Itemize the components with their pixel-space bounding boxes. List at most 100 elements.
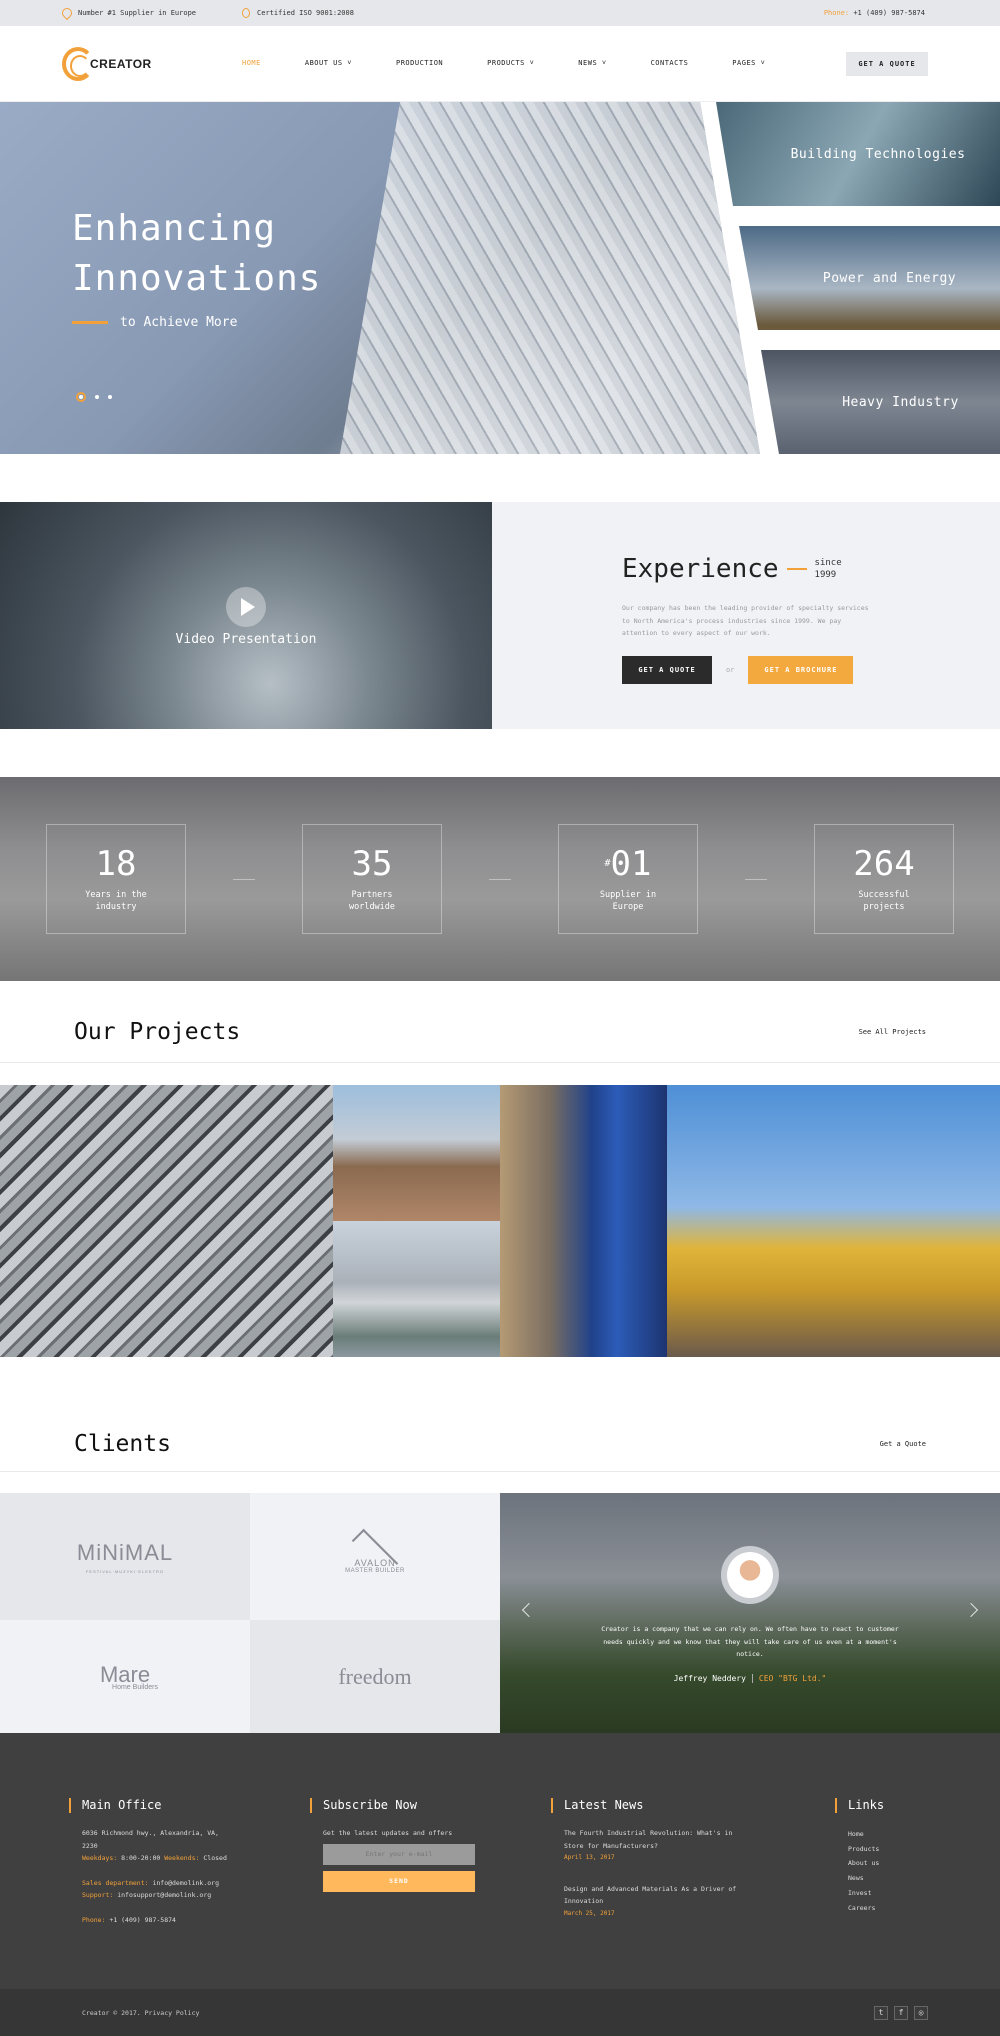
footer-heading: Links <box>835 1798 884 1813</box>
avatar-photo <box>727 1552 773 1598</box>
stats-section: 18 Years in the industry 35 Partners wor… <box>0 777 1000 981</box>
stat-value: #01 <box>604 844 652 884</box>
footer-main-office: Main Office 6036 Richmond hwy., Alexandr… <box>69 1798 323 1989</box>
or-label: or <box>726 665 735 674</box>
footer: Main Office 6036 Richmond hwy., Alexandr… <box>0 1733 1000 1989</box>
divider <box>233 878 255 880</box>
topbar-phone: Phone: +1 (409) 987-5874 <box>824 9 925 17</box>
stat-value: 35 <box>351 844 393 884</box>
client-logo-mare[interactable]: Mare Home Builders <box>0 1620 250 1733</box>
logo-sub: MASTER BUILDER <box>345 1567 405 1574</box>
divider <box>489 878 511 880</box>
nav-pages[interactable]: PAGES ˅ <box>732 59 765 68</box>
footer-link-careers[interactable]: Careers <box>848 1901 884 1916</box>
support-contact: Support: infosupport@demolink.org <box>82 1891 212 1899</box>
facebook-icon[interactable]: f <box>894 2005 908 2020</box>
send-button[interactable]: SEND <box>323 1870 475 1892</box>
stat-years: 18 Years in the industry <box>46 824 186 934</box>
nav-news[interactable]: NEWS ˅ <box>578 59 606 68</box>
panel-power-energy[interactable]: Power and Energy <box>739 226 1000 330</box>
experience-heading: Experience since 1999 <box>622 554 1000 584</box>
copyright: Creator © 2017. Privacy Policy <box>82 2008 200 2017</box>
supplier-info: Number #1 Supplier in Europe <box>59 5 196 21</box>
testimonial-quote: Creator is a company that we can rely on… <box>601 1625 899 1658</box>
slider-dots <box>76 392 112 402</box>
logo-sub: FESTIVAL·MUZYKI·ELEKTRO <box>85 1568 165 1574</box>
slider-dot-1[interactable] <box>76 392 86 402</box>
projects-header: Our Projects See All Projects <box>0 981 1000 1063</box>
news-item: The Fourth Industrial Revolution: What's… <box>564 1827 754 1865</box>
location-pin-icon <box>59 5 75 21</box>
since-label: since 1999 <box>815 557 842 581</box>
nav-production[interactable]: PRODUCTION <box>396 59 443 68</box>
accent-dash <box>786 568 807 570</box>
experience-section: Video Presentation Experience since 1999… <box>0 502 1000 729</box>
stat-label: Successful projects <box>858 890 910 912</box>
clients-header: Clients Get a Quote <box>0 1382 1000 1472</box>
certified-text: Certified ISO 9001:2008 <box>257 9 354 17</box>
logo[interactable]: CREATOR <box>62 46 242 81</box>
projects-gallery <box>0 1085 1000 1357</box>
hero-slider: Enhancing Innovations to Achieve More Bu… <box>0 102 1000 454</box>
hero-subtitle: to Achieve More <box>72 315 237 330</box>
footer-link-about[interactable]: About us <box>848 1856 884 1871</box>
slider-dot-3[interactable] <box>108 395 112 399</box>
news-date: March 25, 2017 <box>564 1909 615 1917</box>
header-quote-button[interactable]: GET A QUOTE <box>846 51 928 76</box>
client-logo-freedom[interactable]: freedom <box>250 1620 500 1733</box>
project-plant[interactable] <box>333 1221 500 1357</box>
footer-subscribe: Subscribe Now Get the latest updates and… <box>310 1798 564 1989</box>
sales-email[interactable]: info@demolink.org <box>152 1879 219 1887</box>
privacy-policy-link[interactable]: Privacy Policy <box>145 2009 200 2017</box>
footer-link-news[interactable]: News <box>848 1871 884 1886</box>
footer-link-invest[interactable]: Invest <box>848 1886 884 1901</box>
client-logo-avalon[interactable]: AVALON MASTER BUILDER <box>250 1493 500 1620</box>
chevron-left-icon[interactable] <box>521 1602 537 1618</box>
social-links: t f ◎ <box>874 2005 928 2020</box>
twitter-icon[interactable]: t <box>874 2005 888 2020</box>
certified-info: Certified ISO 9001:2008 <box>242 8 354 18</box>
accent-bar <box>72 321 108 324</box>
footer-latest-news: Latest News The Fourth Industrial Revolu… <box>551 1798 848 1989</box>
project-steel-pipes[interactable] <box>0 1085 333 1357</box>
logo-icon <box>62 46 94 81</box>
hero-title-line-2: Innovations <box>72 258 322 299</box>
play-icon[interactable] <box>226 587 266 627</box>
get-quote-button[interactable]: GET A QUOTE <box>622 655 712 684</box>
news-title[interactable]: Design and Advanced Materials As a Drive… <box>564 1883 754 1908</box>
client-logo-minimal[interactable]: MiNiMAL FESTIVAL·MUZYKI·ELEKTRO <box>0 1493 250 1620</box>
instagram-icon[interactable]: ◎ <box>914 2005 928 2020</box>
nav-about-us[interactable]: ABOUT US ˅ <box>305 59 352 68</box>
project-crane[interactable] <box>667 1085 1000 1357</box>
get-brochure-button[interactable]: GET A BROCHURE <box>748 655 854 684</box>
panel-building-technologies[interactable]: Building Technologies <box>716 102 1000 206</box>
see-all-projects-link[interactable]: See All Projects <box>859 1028 926 1036</box>
office-address: 6036 Richmond hwy., Alexandria, VA, 2230 <box>82 1829 219 1850</box>
support-email[interactable]: infosupport@demolink.org <box>117 1891 211 1899</box>
chevron-right-icon[interactable] <box>963 1602 979 1618</box>
hero-title: Enhancing Innovations <box>72 204 321 304</box>
panel-label: Heavy Industry <box>842 394 959 410</box>
email-input[interactable] <box>323 1843 475 1865</box>
since-word: since <box>814 558 842 568</box>
phone-number[interactable]: +1 (409) 987-5874 <box>853 9 925 17</box>
top-bar: Number #1 Supplier in Europe Certified I… <box>0 0 1000 26</box>
footer-link-home[interactable]: Home <box>848 1827 884 1842</box>
award-icon <box>242 8 251 18</box>
video-presentation[interactable]: Video Presentation <box>0 502 492 729</box>
clients-section: MiNiMAL FESTIVAL·MUZYKI·ELEKTRO AVALON M… <box>0 1493 1000 1733</box>
stat-label: Supplier in Europe <box>599 890 657 912</box>
client-logos: MiNiMAL FESTIVAL·MUZYKI·ELEKTRO AVALON M… <box>0 1493 500 1733</box>
footer-link-products[interactable]: Products <box>848 1842 884 1857</box>
slider-dot-2[interactable] <box>95 395 99 399</box>
project-construction[interactable] <box>333 1085 500 1221</box>
project-worker[interactable] <box>500 1085 667 1357</box>
nav-home[interactable]: HOME <box>242 59 261 68</box>
get-quote-link[interactable]: Get a Quote <box>880 1440 926 1448</box>
nav-products[interactable]: PRODUCTS ˅ <box>487 59 534 68</box>
nav-contacts[interactable]: CONTACTS <box>651 59 689 68</box>
experience-text: Our company has been the leading provide… <box>622 604 869 637</box>
news-title[interactable]: The Fourth Industrial Revolution: What's… <box>564 1827 754 1852</box>
panel-label: Building Technologies <box>790 146 966 162</box>
panel-heavy-industry[interactable]: Heavy Industry <box>761 350 1000 454</box>
